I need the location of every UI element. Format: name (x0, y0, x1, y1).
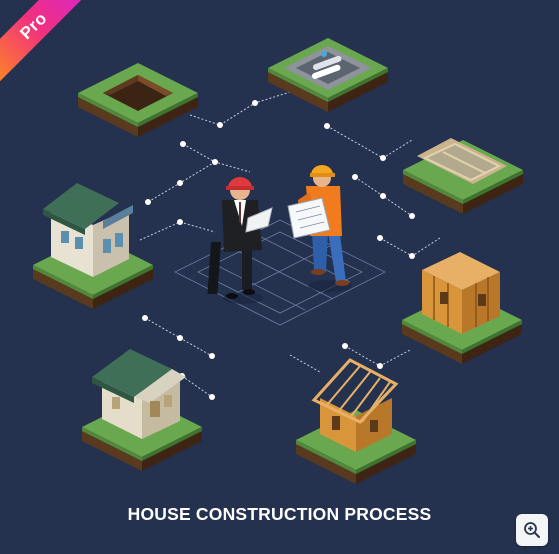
stage-roofed-house-tile (82, 349, 202, 471)
blueprint-floor (174, 219, 386, 326)
stage-excavation-tile (78, 63, 198, 137)
zoom-in-icon (524, 522, 540, 538)
zoom-button[interactable] (516, 514, 548, 546)
stage-slab-tile (403, 138, 523, 214)
illustration-canvas: Pro HOUSE CONSTRUCTION PROCESS (0, 0, 559, 554)
connector-lines (139, 91, 441, 398)
stage-finished-house-tile (33, 183, 153, 309)
stage-foundation-pipes-tile (268, 38, 388, 112)
worker-figure (287, 165, 352, 292)
stage-wall-framing-tile (402, 252, 522, 364)
connector-dots (142, 100, 415, 400)
illustration-caption: HOUSE CONSTRUCTION PROCESS (127, 504, 432, 524)
stage-roof-framing-tile (296, 358, 416, 484)
construction-illustration (33, 38, 523, 484)
